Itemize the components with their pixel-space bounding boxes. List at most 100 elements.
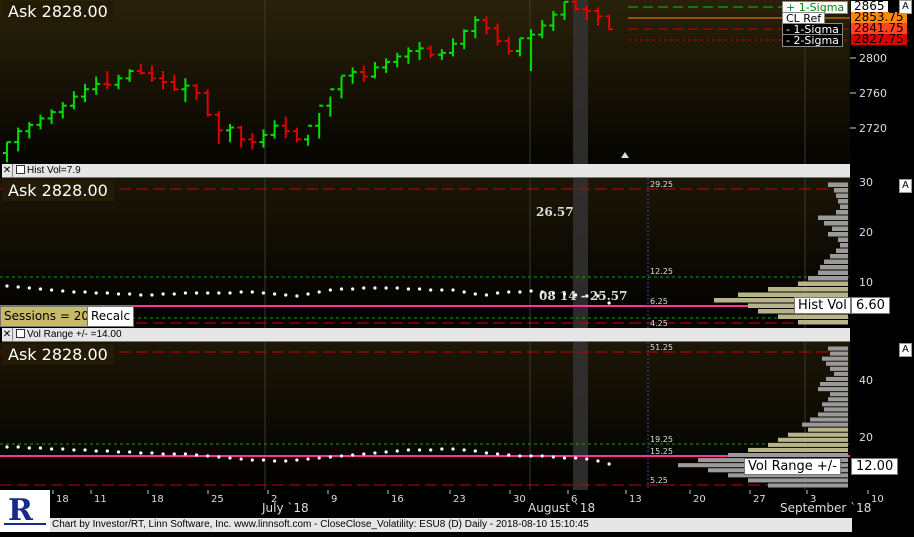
profile-bar (840, 243, 848, 248)
volrange-dot (417, 448, 422, 452)
x-tick-label: 11 (94, 494, 107, 505)
profile-bar (810, 417, 848, 422)
volrange-dot (116, 450, 121, 454)
volrange-dot (529, 454, 533, 458)
volrange-dot (496, 452, 500, 456)
profile-bar (768, 483, 848, 488)
volrange-dot (206, 454, 210, 458)
histvol-pane-a-button[interactable]: A (899, 179, 912, 193)
x-tick-label: 20 (693, 494, 706, 505)
svg-text:R: R (8, 493, 34, 528)
histvol-dot (518, 290, 522, 294)
histvol-point-label: 08 14 - 25.57 (539, 289, 628, 303)
volrange-dot (339, 454, 344, 458)
histvol-dot (16, 285, 20, 289)
profile-bar (834, 188, 848, 193)
histvol-dot (574, 293, 578, 297)
recalc-button[interactable]: Recalc (87, 306, 135, 327)
profile-bar (828, 397, 848, 402)
histvol-dot (585, 294, 589, 298)
histvol-dot (194, 291, 199, 295)
histvol-dot (351, 287, 355, 291)
profile-bar (840, 204, 848, 209)
histvol-level-label: 6.25 (650, 297, 668, 306)
volrange-dot (228, 456, 232, 460)
profile-bar (798, 281, 848, 286)
histvol-dot (529, 289, 533, 293)
volrange-pane-bg (0, 342, 850, 490)
volrange-dot (518, 454, 522, 458)
histvol-pane-title: Hist Vol=7.9 (27, 165, 81, 176)
volrange-dot (328, 455, 332, 459)
volrange-dot (183, 452, 187, 456)
histvol-dot (116, 292, 121, 296)
profile-bar (822, 356, 848, 361)
profile-bar (818, 215, 848, 220)
collapse-icon[interactable] (16, 165, 25, 174)
volrange-dot (83, 448, 87, 452)
volrange-dot (94, 449, 98, 453)
volrange-dot (139, 451, 143, 455)
histvol-dot (172, 292, 176, 296)
profile-bar (830, 366, 848, 371)
collapse-icon[interactable] (16, 329, 25, 338)
histvol-dot (328, 288, 332, 292)
histvol-dot (284, 293, 288, 297)
investor-rt-logo: R (0, 490, 50, 532)
volrange-dot (484, 451, 489, 455)
profile-bar (778, 437, 848, 442)
histvol-dot (128, 292, 132, 296)
histvol-dot (273, 292, 277, 296)
histvol-dot (72, 290, 76, 294)
histvol-dot (295, 294, 299, 298)
x-tick-label: 16 (391, 494, 404, 505)
volrange-tick-label: 20 (859, 431, 873, 444)
volrange-dot (540, 454, 544, 458)
profile-bar (836, 193, 848, 198)
x-tick-label: 30 (513, 494, 526, 505)
histvol-dot (27, 286, 31, 290)
volrange-pane-a-button[interactable]: A (899, 343, 912, 357)
x-tick-label: 13 (629, 494, 642, 505)
histvol-tick-label: 30 (859, 176, 873, 189)
sessions-button[interactable]: Sessions = 20 (0, 306, 93, 327)
volrange-dot (462, 448, 466, 452)
close-icon[interactable]: ✕ (2, 164, 13, 177)
histvol-dot (206, 291, 210, 295)
volrange-dot (72, 448, 76, 452)
price-tick-label: 2760 (859, 87, 887, 100)
histvol-dot (395, 286, 399, 290)
histvol-dot (139, 293, 143, 297)
profile-bar (818, 270, 848, 275)
close-icon[interactable]: ✕ (2, 328, 13, 341)
histvol-dot (94, 291, 98, 295)
price-pane-a-button[interactable]: A (899, 0, 912, 14)
x-axis-bg (50, 490, 850, 518)
sigma-label: - 2-Sigma (782, 34, 843, 47)
profile-bar (728, 453, 848, 458)
histvol-dot (83, 290, 87, 294)
chart-canvas: 2800 2760 2720 30 20 10 26.57 08 14 - 25… (0, 0, 914, 518)
x-tick-label: 27 (753, 494, 766, 505)
histvol-peak-label: 26.57 (536, 205, 574, 219)
profile-bar (834, 371, 848, 376)
histvol-dot (551, 291, 555, 295)
histvol-dot (507, 290, 511, 294)
x-tick-label: 9 (331, 494, 337, 505)
x-tick-label: 18 (56, 494, 69, 505)
volrange-dot (306, 457, 310, 461)
x-tick-label: 25 (211, 494, 224, 505)
histvol-dot (38, 287, 43, 291)
volrange-dot (172, 452, 176, 456)
price-tick-label: 2800 (859, 52, 887, 65)
volrange-dot (284, 459, 288, 463)
price-tick-label: 2720 (859, 122, 887, 135)
histvol-dot (183, 291, 187, 295)
volrange-dot (507, 453, 511, 457)
histvol-dot (228, 291, 232, 295)
profile-bar (788, 432, 848, 437)
profile-bar (768, 287, 848, 292)
volrange-dot (373, 451, 377, 455)
volrange-dot (61, 447, 65, 451)
volrange-dot (150, 451, 154, 455)
